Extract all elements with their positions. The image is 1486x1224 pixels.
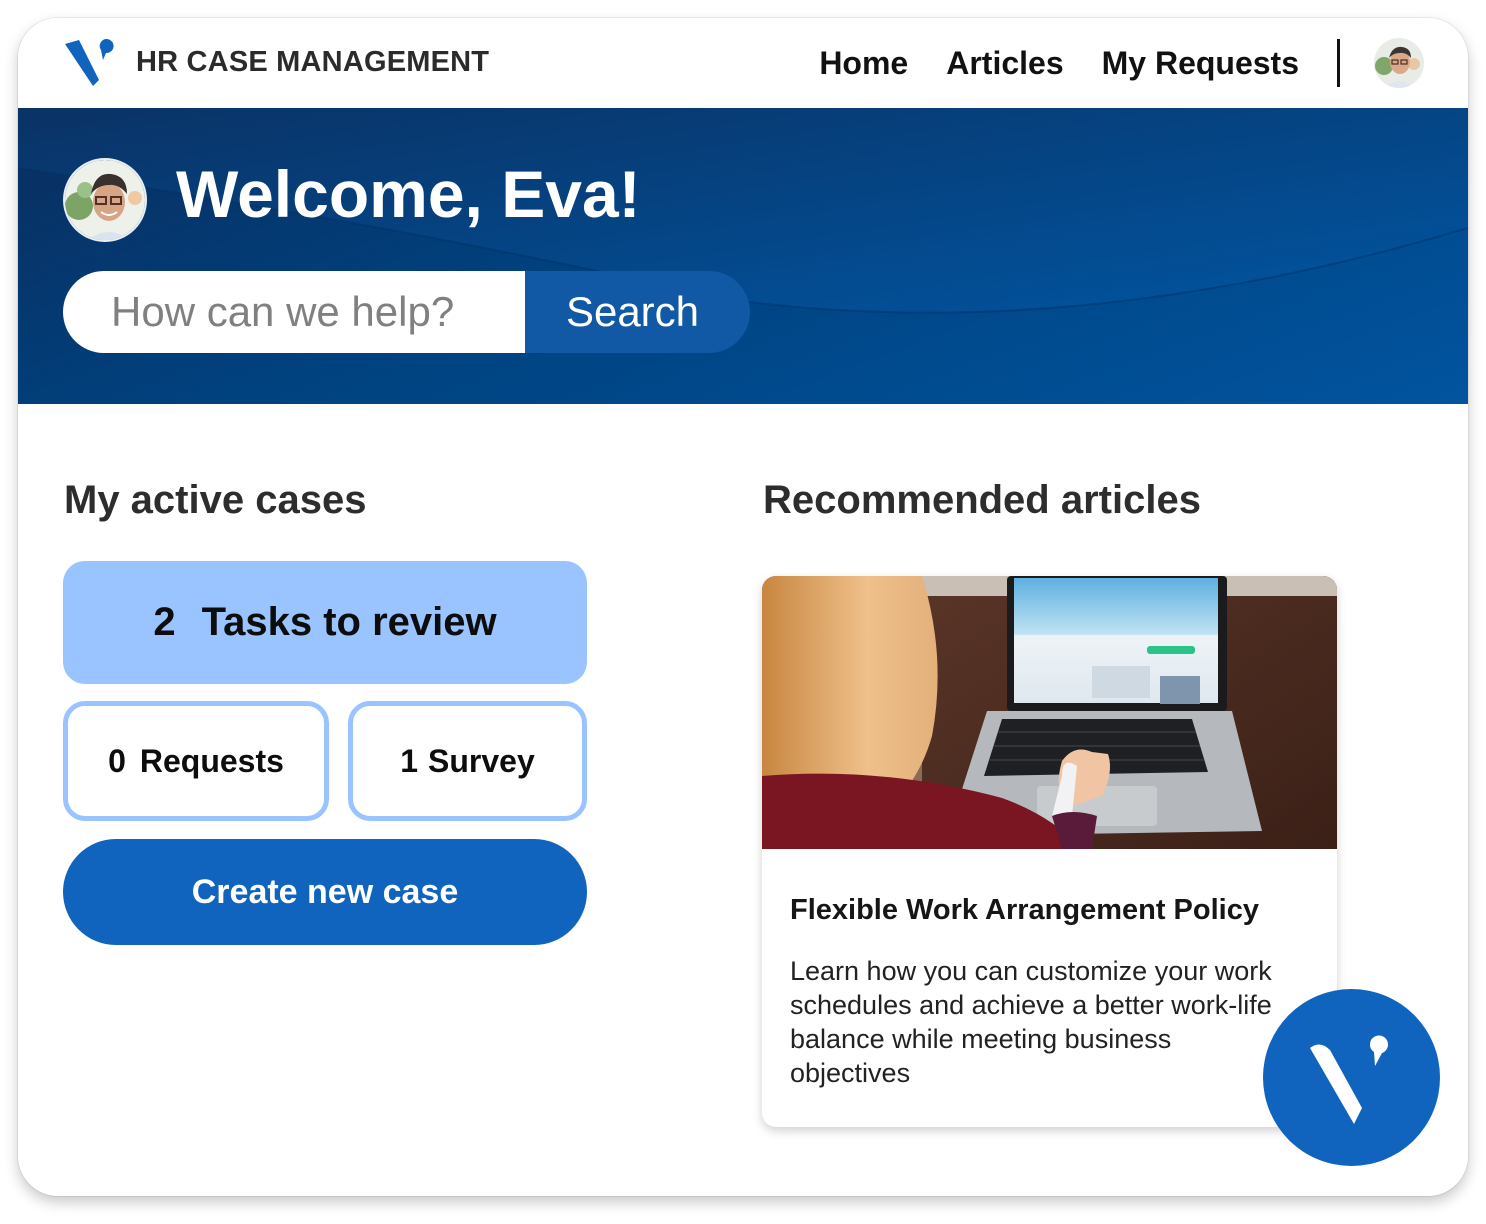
welcome-heading: Welcome, Eva! [176, 157, 641, 231]
nav-my-requests-link[interactable]: My Requests [1102, 45, 1299, 82]
nav-home-link[interactable]: Home [819, 45, 908, 82]
user-photo-icon [65, 160, 145, 240]
nav-articles-link[interactable]: Articles [946, 45, 1063, 82]
article-title[interactable]: Flexible Work Arrangement Policy [790, 894, 1259, 927]
create-new-case-button[interactable]: Create new case [63, 839, 587, 945]
requests-label: Requests [139, 742, 284, 779]
top-nav-bar: HR CASE MANAGEMENT Home Articles My Requ… [18, 18, 1468, 108]
requests-card[interactable]: 0 Requests [63, 701, 329, 821]
brand-v-logo-icon [1309, 1034, 1388, 1124]
article-description: Learn how you can customize your work sc… [790, 956, 1272, 1088]
user-avatar[interactable] [1374, 38, 1424, 88]
main-nav: Home Articles My Requests [819, 18, 1468, 108]
hero-wave-decoration [18, 108, 1468, 314]
search-button[interactable]: Search [525, 271, 750, 353]
survey-card[interactable]: 1 Survey [348, 701, 587, 821]
hero-banner: Welcome, Eva! Search [18, 108, 1468, 404]
nav-divider [1337, 39, 1340, 87]
app-title: HR CASE MANAGEMENT [136, 46, 490, 78]
tasks-label: Tasks to review [201, 600, 497, 644]
tasks-to-review-card[interactable]: 2 Tasks to review [63, 561, 587, 684]
brand-logo-icon[interactable] [63, 36, 115, 88]
app-window: HR CASE MANAGEMENT Home Articles My Requ… [18, 18, 1468, 1196]
active-cases-heading: My active cases [64, 478, 367, 522]
welcome-avatar [63, 158, 147, 242]
search-bar: Search [63, 271, 750, 353]
requests-count: 0 [108, 742, 126, 779]
tasks-count: 2 [153, 600, 176, 644]
survey-count: 1 [400, 742, 419, 779]
article-image [762, 576, 1337, 849]
search-input[interactable] [63, 271, 525, 353]
brand-badge [1263, 989, 1440, 1166]
user-avatar-icon [1374, 38, 1424, 88]
recommended-articles-heading: Recommended articles [763, 478, 1201, 522]
article-card[interactable]: Flexible Work Arrangement Policy Learn h… [762, 576, 1337, 1127]
survey-label: Survey [428, 742, 535, 779]
laptop-photo-icon [762, 576, 1337, 849]
